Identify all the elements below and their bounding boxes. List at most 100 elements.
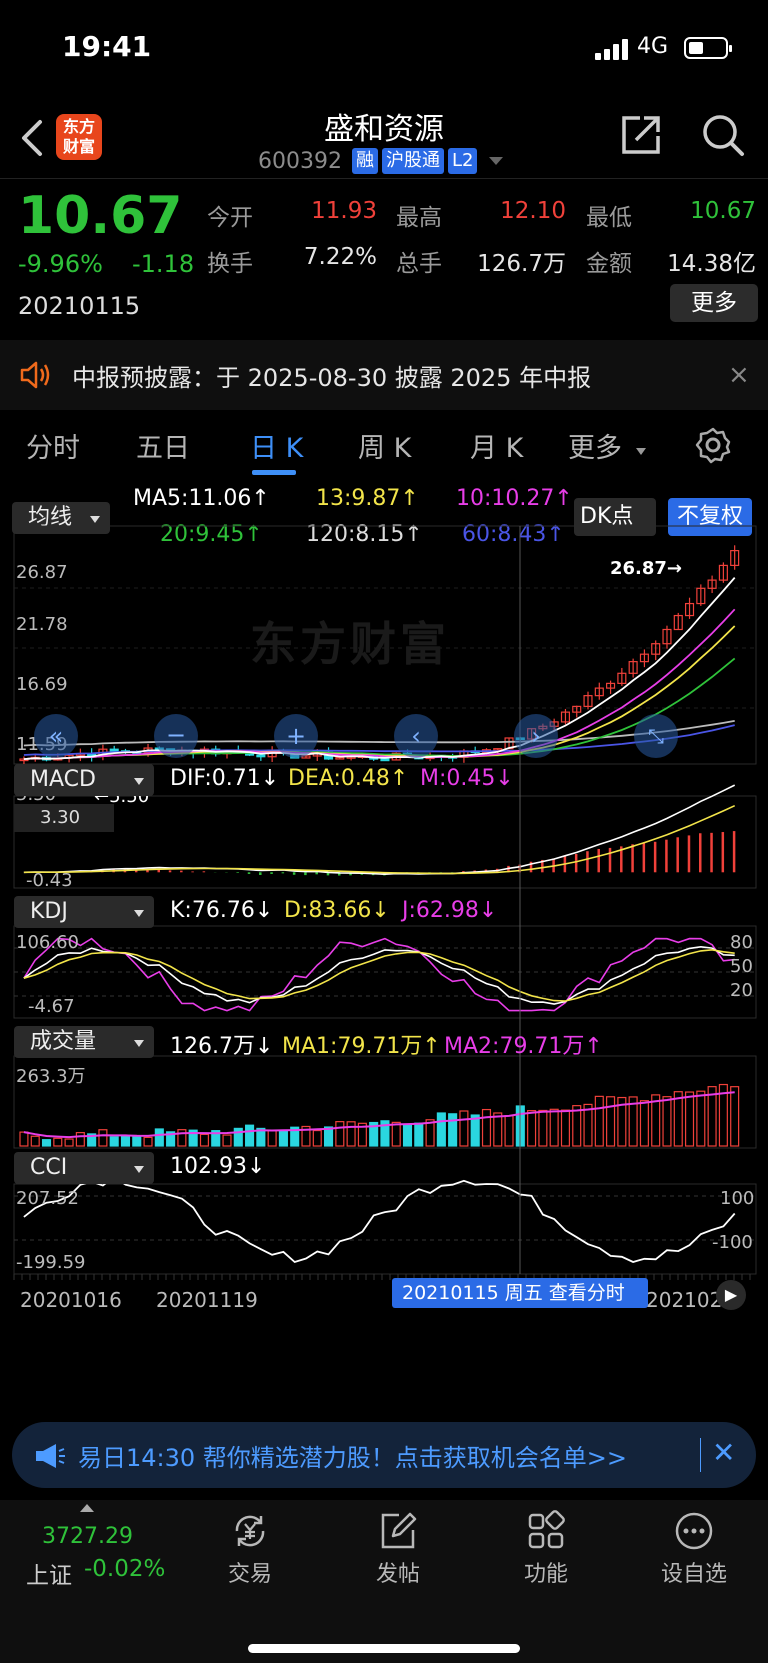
ad-text: 易日14:30 帮你精选潜力股！点击获取机会名单>> [78,1444,628,1472]
kdj-y-top: 106.60 [16,932,79,953]
kdj-right-tick: 80 [730,932,753,953]
volume-bar [402,1124,413,1147]
last-price: 10.67 [18,186,183,246]
kdj-right-tick: 50 [730,956,753,977]
tab-monthly-k[interactable]: 月 K [470,426,523,465]
more-quote-button[interactable]: 更多 [670,284,758,322]
ad-banner[interactable]: 易日14:30 帮你精选潜力股！点击获取机会名单>> ✕ [12,1422,756,1488]
step-left-button[interactable]: ‹ [394,714,438,758]
tab-daily-k[interactable]: 日 K [250,426,303,465]
macd-selector[interactable]: MACD [14,764,154,796]
kdj-right-tick: 20 [730,980,753,1001]
cci-selector[interactable]: CCI [14,1152,154,1184]
view-intraday-link[interactable]: 20210115 周五 查看分时 [392,1278,648,1308]
share-icon[interactable] [618,112,664,158]
status-bar: 19:41 4G [0,0,768,100]
zoom-out-button[interactable]: − [154,714,198,758]
index-expand-icon[interactable] [80,1504,94,1512]
macd-dea: DEA:0.48↑ [288,766,409,791]
cell-signal-icon [595,38,631,60]
notice-text: 中报预披露：于 2025-08-30 披露 2025 年中报 [72,364,592,392]
nav-functions[interactable]: 功能 [486,1510,606,1588]
zoom-in-button[interactable]: + [274,714,318,758]
volume-y-top: 263.3万 [16,1066,86,1087]
volume-bar [75,1132,85,1147]
macd-y-bottom: -0.43 [26,870,73,891]
volume-bar [527,1110,537,1147]
volume-bar [335,1121,345,1147]
scroll-left-button[interactable]: « [34,714,78,758]
divider [0,178,768,179]
tag-margin: 融 [351,148,378,174]
volume-bar [132,1135,142,1147]
notice-bar[interactable]: 中报预披露：于 2025-08-30 披露 2025 年中报 × [0,340,768,410]
dea-line [23,804,736,875]
field-value-amount: 14.38亿 [667,251,756,277]
stock-header: 东方 财富 盛和资源 600392 融 沪股通 L2 [0,100,768,180]
volume-bar [572,1105,582,1147]
volume-bar [64,1138,74,1147]
chevron-down-icon [489,157,504,165]
volume-value: 126.7万↓ [170,1034,274,1059]
nav-add-watchlist[interactable]: 设自选 [634,1510,754,1588]
stock-code-row[interactable]: 600392 融 沪股通 L2 [258,146,504,176]
index-value[interactable]: 3727.29 [42,1524,133,1549]
macd-m: M:0.45↓ [420,766,514,791]
volume-bar [448,1113,458,1147]
gear-icon[interactable] [694,426,732,464]
kline-chart-area[interactable]: 均线 MA5:11.06↑ 13:9.87↑ 10:10.27↑ 20:9.45… [0,478,768,1408]
play-icon[interactable]: ▶ [716,1280,746,1310]
close-icon[interactable]: × [728,360,750,390]
cci-line [23,1175,736,1264]
search-icon[interactable] [700,112,746,158]
status-time: 19:41 [62,30,152,63]
field-label-open: 今开 [207,205,253,231]
speaker-icon [20,361,50,389]
cci-value: 102.93↓ [170,1154,266,1179]
tab-weekly-k[interactable]: 周 K [358,426,411,465]
x-axis-label: 20201119 [156,1288,258,1312]
field-label-low: 最低 [586,205,632,231]
step-right-button[interactable]: › [514,714,558,758]
index-name[interactable]: 上证 [26,1556,72,1590]
main-y-tick: 16.69 [16,674,68,695]
tab-intraday[interactable]: 分时 [26,426,80,465]
tag-l2: L2 [447,148,478,174]
ad-divider [700,1438,701,1472]
volume-bar [30,1135,40,1147]
volume-bar [278,1129,288,1147]
quote-date: 20210115 [18,292,141,320]
field-value-open: 11.93 [311,198,377,224]
ma120-line [23,720,735,747]
volume-bar [177,1129,187,1147]
close-icon[interactable]: ✕ [712,1436,735,1469]
tab-five-day[interactable]: 五日 [136,426,190,465]
cci-right-tick: 100 [720,1188,755,1209]
quote-panel: 10.67 -9.96% -1.18 20210115 今开 11.93 最高 … [0,182,768,332]
stock-code: 600392 [258,148,342,174]
kdj-k: K:76.76↓ [170,898,274,923]
nav-post[interactable]: 发帖 [338,1510,458,1588]
index-change[interactable]: -0.02% [84,1556,165,1582]
change-value: -1.18 [132,250,195,278]
cci-y-bottom: -199.59 [16,1252,86,1273]
kdj-j: J:62.98↓ [402,898,498,923]
field-value-high: 12.10 [500,198,566,224]
volume-bar [684,1091,695,1147]
tab-more[interactable]: 更多 [568,426,622,465]
nav-functions-label: 功能 [523,1562,568,1587]
more-dots-icon [675,1512,713,1550]
volume-bar [549,1108,559,1147]
x-axis-label: 20201016 [20,1288,122,1312]
kdj-selector[interactable]: KDJ [14,896,154,928]
yen-exchange-icon [235,1515,265,1547]
nav-trade[interactable]: 交易 [190,1510,310,1588]
main-y-tick: 21.78 [16,614,68,635]
volume-selector[interactable]: 成交量 [14,1026,154,1058]
volume-bar [143,1136,153,1147]
volume-bar [41,1139,52,1147]
active-tab-indicator [252,470,296,475]
more-caret-icon [636,448,646,455]
volume-bar [98,1129,108,1147]
fullscreen-button[interactable]: ⤡ [634,714,678,758]
